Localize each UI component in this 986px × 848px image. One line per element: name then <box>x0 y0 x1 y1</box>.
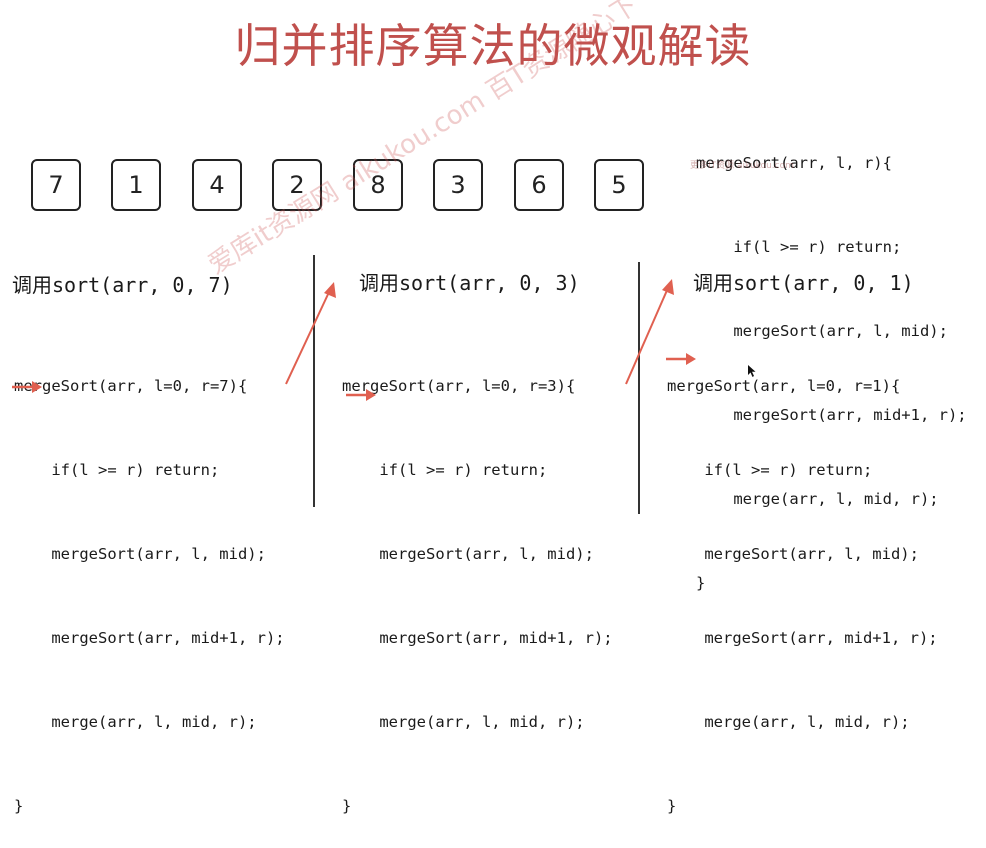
current-line-arrow-icon <box>12 381 42 393</box>
call-label: 调用sort(arr, 0, 1) <box>693 271 914 295</box>
array-cell: 5 <box>594 159 644 211</box>
call-transition-arrow-icon <box>285 282 336 385</box>
array-cell: 4 <box>192 159 242 211</box>
code-line: merge(arr, l, mid, r); <box>667 713 910 731</box>
code-line: mergeSort(arr, l, mid); <box>342 545 594 563</box>
code-line: mergeSort(arr, l=0, r=1){ <box>667 377 901 395</box>
code-line: mergeSort(arr, mid+1, r); <box>342 629 613 647</box>
code-line: mergeSort(arr, mid+1, r); <box>667 629 938 647</box>
code-line: mergeSort(arr, l=0, r=3){ <box>342 377 576 395</box>
code-line: mergeSort(arr, l, r){ <box>696 154 892 172</box>
code-line: if(l >= r) return; <box>14 461 220 479</box>
code-line: merge(arr, l, mid, r); <box>342 713 585 731</box>
code-line: if(l >= r) return; <box>696 238 902 256</box>
call-transition-arrow-icon <box>625 279 674 385</box>
call-label: 调用sort(arr, 0, 7) <box>12 273 233 297</box>
array-cell: 1 <box>111 159 161 211</box>
array-cell: 7 <box>31 159 81 211</box>
code-line: mergeSort(arr, mid+1, r); <box>14 629 285 647</box>
array-cell: 6 <box>514 159 564 211</box>
array-cell: 2 <box>272 159 322 211</box>
panel-code: mergeSort(arr, l=0, r=7){ if(l >= r) ret… <box>14 316 285 848</box>
code-line: } <box>342 797 352 815</box>
panel-code: mergeSort(arr, l=0, r=1){ if(l >= r) ret… <box>667 316 938 848</box>
call-label: 调用sort(arr, 0, 3) <box>359 271 580 295</box>
current-line-arrow-icon <box>346 389 376 401</box>
code-line: if(l >= r) return; <box>667 461 873 479</box>
array-cell: 8 <box>353 159 403 211</box>
code-line: merge(arr, l, mid, r); <box>14 713 257 731</box>
mouse-cursor-icon <box>748 365 756 377</box>
code-line: mergeSort(arr, l=0, r=7){ <box>14 377 248 395</box>
page-title: 归并排序算法的微观解读 <box>234 19 752 73</box>
code-line: } <box>14 797 24 815</box>
array-cell: 3 <box>433 159 483 211</box>
code-line: if(l >= r) return; <box>342 461 548 479</box>
code-line: mergeSort(arr, l, mid); <box>14 545 266 563</box>
code-line: mergeSort(arr, l, mid); <box>667 545 919 563</box>
code-line: } <box>667 797 677 815</box>
panel-code: mergeSort(arr, l=0, r=3){ if(l >= r) ret… <box>342 316 613 848</box>
